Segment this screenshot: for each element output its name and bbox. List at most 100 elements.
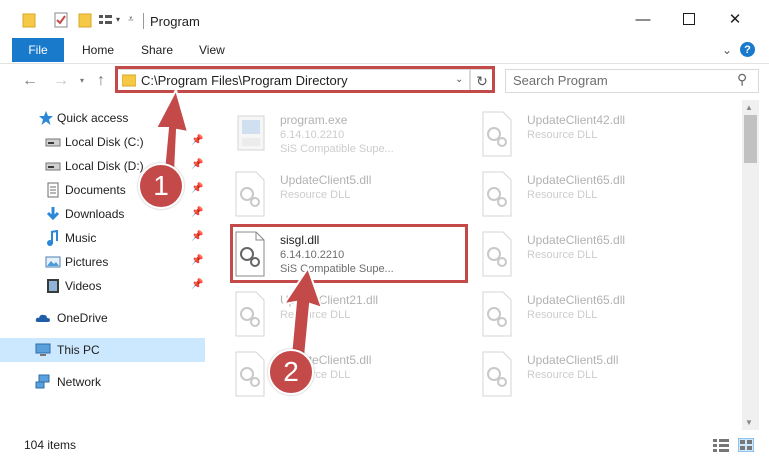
file-tile-updateclient42-dll[interactable]: UpdateClient42.dll Resource DLL [457, 105, 687, 160]
tab-share[interactable]: Share [141, 43, 173, 57]
file-description: Resource DLL [527, 189, 598, 201]
new-folder-icon[interactable] [78, 12, 92, 28]
tab-view[interactable]: View [199, 43, 225, 57]
sidebar-item-label: Local Disk (D:) [65, 159, 144, 173]
minimize-icon: — [635, 10, 651, 28]
file-description: SiS Compatible Supe... [280, 143, 394, 155]
file-name: UpdateClient5.dll [280, 173, 372, 187]
properties-icon[interactable] [53, 12, 69, 28]
file-tile-updateclient5-dll[interactable]: UpdateClient5.dll Resource DLL [210, 165, 440, 220]
scroll-down-icon[interactable]: ▼ [745, 418, 753, 427]
file-tile-program-exe[interactable]: program.exe 6.14.10.2210 SiS Compatible … [210, 105, 440, 160]
file-description: Resource DLL [527, 249, 598, 261]
pictures-icon [45, 256, 61, 268]
maximize-icon [683, 13, 695, 25]
close-icon: ✕ [728, 11, 742, 28]
music-icon [47, 230, 58, 246]
scroll-up-icon[interactable]: ▲ [745, 103, 753, 112]
file-name: UpdateClient65.dll [527, 173, 626, 187]
expand-ribbon-icon[interactable]: ⌄ [722, 43, 732, 57]
cloud-icon [35, 314, 50, 322]
maximize-button[interactable] [666, 4, 712, 34]
file-tile-updateclient65-dll[interactable]: UpdateClient65.dll Resource DLL [457, 285, 687, 340]
file-name: program.exe [280, 113, 348, 127]
sidebar-item-label: Local Disk (C:) [65, 135, 144, 149]
sidebar-item-this-pc[interactable]: This PC [0, 338, 205, 362]
sidebar-item-label: Network [57, 375, 102, 389]
documents-icon [47, 182, 59, 198]
back-arrow-icon[interactable]: ← [22, 72, 38, 90]
file-version: 6.14.10.2210 [280, 129, 345, 141]
close-button[interactable]: ✕ [712, 4, 758, 34]
file-tile-updateclient65-dll[interactable]: UpdateClient65.dll Resource DLL [457, 165, 687, 220]
help-icon[interactable]: ? [740, 42, 755, 57]
dll-file-icon [482, 351, 512, 397]
sidebar-item-label: This PC [57, 343, 100, 357]
large-icons-view-icon[interactable] [738, 438, 754, 452]
file-tile-updateclient5-dll[interactable]: UpdateClient5.dll Resource DLL [457, 345, 687, 400]
sidebar-item-label: Quick access [57, 111, 129, 125]
tab-file[interactable]: File [12, 38, 64, 62]
pin-icon[interactable]: 📌 [191, 231, 203, 242]
forward-arrow-icon[interactable]: → [53, 72, 69, 90]
sidebar-item-music[interactable]: Music 📌 [0, 226, 205, 250]
dll-file-icon [482, 111, 512, 157]
pin-icon[interactable]: 📌 [191, 279, 203, 290]
star-icon [39, 111, 53, 125]
file-name: UpdateClient65.dll [527, 233, 626, 247]
file-tile-updateclient65-dll[interactable]: UpdateClient65.dll Resource DLL [457, 225, 687, 280]
file-name: UpdateClient5.dll [527, 353, 619, 367]
sidebar-item-label: Videos [65, 279, 102, 293]
drive-icon [45, 138, 61, 147]
file-description: Resource DLL [527, 309, 598, 321]
pin-icon[interactable]: 📌 [191, 255, 203, 266]
file-description: Resource DLL [280, 189, 351, 201]
file-name: UpdateClient65.dll [527, 293, 626, 307]
dll-file-icon [482, 231, 512, 277]
title-separator [143, 13, 144, 29]
ribbon [0, 38, 769, 64]
dll-file-icon [482, 171, 512, 217]
dll-file-icon [235, 171, 265, 217]
search-icon[interactable]: ⚲ [737, 71, 747, 88]
search-placeholder: Search Program [513, 73, 608, 88]
recent-locations-chevron-icon[interactable]: ▾ [80, 76, 84, 85]
drive-icon [45, 162, 61, 171]
details-view-icon[interactable] [713, 438, 729, 452]
file-name: UpdateClient42.dll [527, 113, 626, 127]
downloads-icon [46, 207, 60, 221]
sidebar-item-label: Documents [65, 183, 126, 197]
sidebar-item-onedrive[interactable]: OneDrive [0, 306, 205, 330]
sidebar-item-label: OneDrive [57, 311, 108, 325]
sidebar-item-label: Pictures [65, 255, 109, 269]
network-icon [35, 374, 50, 389]
sidebar-item-pictures[interactable]: Pictures 📌 [0, 250, 205, 274]
sidebar-item-label: Music [65, 231, 97, 245]
videos-icon [47, 279, 59, 293]
up-arrow-icon[interactable]: ↑ [97, 72, 105, 90]
sidebar-item-network[interactable]: Network [0, 370, 205, 394]
quick-access-dropdown-icon[interactable]: ⩡ [128, 14, 134, 25]
file-highlight-box [230, 224, 468, 283]
sidebar-item-label: Downloads [65, 207, 125, 221]
file-description: Resource DLL [527, 369, 598, 381]
pin-icon[interactable]: 📌 [191, 207, 203, 218]
dll-file-icon [235, 291, 265, 337]
status-bar [0, 432, 769, 472]
sidebar-item-downloads[interactable]: Downloads 📌 [0, 202, 205, 226]
tab-home[interactable]: Home [82, 43, 114, 57]
window-title: Program [150, 14, 200, 29]
sidebar-item-videos[interactable]: Videos 📌 [0, 274, 205, 298]
scrollbar-thumb[interactable] [744, 115, 757, 163]
dll-file-icon [482, 291, 512, 337]
customize-toolbar-chevron-icon[interactable]: ▾ [116, 15, 120, 24]
step-badge-2: 2 [268, 349, 314, 395]
file-description: Resource DLL [527, 129, 598, 141]
minimize-button[interactable]: — [620, 4, 666, 34]
dll-file-icon [235, 351, 265, 397]
computer-icon [35, 343, 51, 356]
folder-icon[interactable] [22, 12, 36, 28]
item-count: 104 items [24, 438, 77, 452]
customize-view-icon[interactable] [98, 12, 114, 28]
step-badge-1: 1 [138, 163, 184, 209]
